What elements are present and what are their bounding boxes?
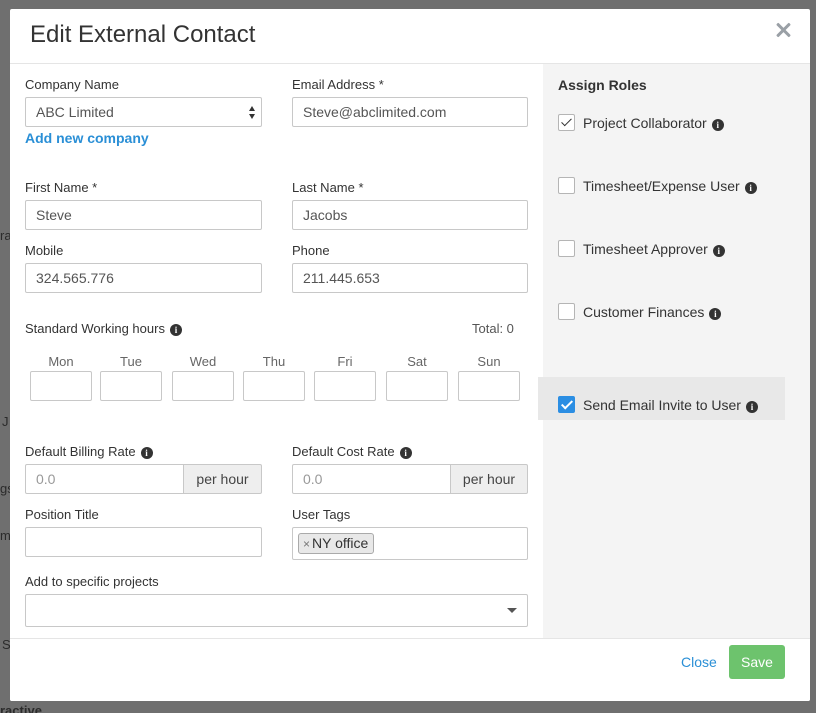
role-checkbox-customer-finances[interactable]	[558, 303, 575, 320]
send-invite-checkbox[interactable]	[558, 396, 575, 413]
close-button[interactable]: Close	[681, 654, 717, 670]
background-fragment: ractive	[0, 703, 42, 713]
billing-rate-unit: per hour	[183, 464, 262, 494]
select-arrows-icon	[249, 106, 256, 119]
info-icon[interactable]: i	[399, 447, 412, 459]
email-label: Email Address *	[292, 77, 384, 92]
hours-input-sat[interactable]	[386, 371, 448, 401]
billing-rate-text: Default Billing Rate	[25, 444, 136, 459]
billing-rate-label: Default Billing Rate i	[25, 444, 153, 459]
working-hours-text: Standard Working hours	[25, 321, 165, 336]
hours-input-mon[interactable]	[30, 371, 92, 401]
day-label-tue: Tue	[120, 354, 142, 369]
day-label-sat: Sat	[407, 354, 427, 369]
role-text: Customer Finances	[583, 304, 705, 320]
role-label-customer-finances: Customer Finances i	[583, 304, 722, 320]
role-label-timesheet-expense-user: Timesheet/Expense User i	[583, 178, 757, 194]
role-label-project-collaborator: Project Collaborator i	[583, 115, 724, 131]
company-name-value: ABC Limited	[36, 104, 114, 120]
hours-input-thu[interactable]	[243, 371, 305, 401]
user-tag-chip: × NY office	[298, 533, 375, 554]
close-icon[interactable]	[772, 19, 794, 41]
mobile-label: Mobile	[25, 243, 64, 258]
email-field[interactable]: Steve@abclimited.com	[292, 97, 528, 127]
user-tags-field[interactable]: × NY office	[292, 527, 528, 560]
role-text: Project Collaborator	[583, 115, 707, 131]
day-label-wed: Wed	[189, 354, 217, 369]
dialog-title: Edit External Contact	[30, 21, 256, 48]
tag-remove-icon[interactable]: ×	[303, 537, 310, 551]
dialog-header: Edit External Contact	[10, 9, 810, 64]
projects-select[interactable]	[25, 594, 528, 627]
day-label-mon: Mon	[48, 354, 74, 369]
add-new-company-link[interactable]: Add new company	[25, 130, 149, 146]
cost-rate-field[interactable]: 0.0	[292, 464, 451, 494]
last-name-field[interactable]: Jacobs	[292, 200, 528, 230]
chevron-down-icon	[507, 608, 517, 613]
working-hours-label: Standard Working hours i	[25, 321, 182, 336]
position-title-field[interactable]	[25, 527, 262, 557]
send-invite-label: Send Email Invite to User i	[583, 397, 758, 413]
first-name-field[interactable]: Steve	[25, 200, 262, 230]
role-text: Timesheet/Expense User	[583, 178, 740, 194]
role-checkbox-timesheet-expense-user[interactable]	[558, 177, 575, 194]
mobile-field[interactable]: 324.565.776	[25, 263, 262, 293]
info-icon[interactable]: i	[711, 119, 724, 131]
save-button[interactable]: Save	[729, 645, 785, 679]
assign-roles-panel	[543, 64, 810, 638]
user-tag-label: NY office	[312, 535, 369, 551]
hours-input-tue[interactable]	[100, 371, 162, 401]
day-label-fri: Fri	[337, 354, 353, 369]
background-fragment: J	[2, 414, 9, 429]
info-icon[interactable]: i	[140, 447, 153, 459]
hours-input-fri[interactable]	[314, 371, 376, 401]
send-invite-text: Send Email Invite to User	[583, 397, 741, 413]
company-name-select[interactable]: ABC Limited	[25, 97, 262, 127]
info-icon[interactable]: i	[712, 245, 725, 257]
company-name-label: Company Name	[25, 77, 119, 92]
info-icon[interactable]: i	[169, 324, 182, 336]
assign-roles-heading: Assign Roles	[558, 77, 647, 93]
info-icon[interactable]: i	[745, 401, 758, 413]
user-tags-label: User Tags	[292, 507, 351, 522]
position-title-label: Position Title	[25, 507, 99, 522]
cost-rate-label: Default Cost Rate i	[292, 444, 412, 459]
phone-field[interactable]: 211.445.653	[292, 263, 528, 293]
projects-label: Add to specific projects	[25, 574, 159, 589]
first-name-label: First Name *	[25, 180, 98, 195]
working-hours-total: Total: 0	[472, 321, 514, 336]
cost-rate-text: Default Cost Rate	[292, 444, 395, 459]
phone-label: Phone	[292, 243, 330, 258]
hours-input-wed[interactable]	[172, 371, 234, 401]
role-text: Timesheet Approver	[583, 241, 708, 257]
role-checkbox-project-collaborator[interactable]	[558, 114, 575, 131]
cost-rate-unit: per hour	[450, 464, 528, 494]
hours-input-sun[interactable]	[458, 371, 520, 401]
info-icon[interactable]: i	[709, 308, 722, 320]
day-label-thu: Thu	[262, 354, 286, 369]
last-name-label: Last Name *	[292, 180, 364, 195]
info-icon[interactable]: i	[744, 182, 757, 194]
role-checkbox-timesheet-approver[interactable]	[558, 240, 575, 257]
role-label-timesheet-approver: Timesheet Approver i	[583, 241, 725, 257]
day-label-sun: Sun	[477, 354, 501, 369]
billing-rate-field[interactable]: 0.0	[25, 464, 184, 494]
